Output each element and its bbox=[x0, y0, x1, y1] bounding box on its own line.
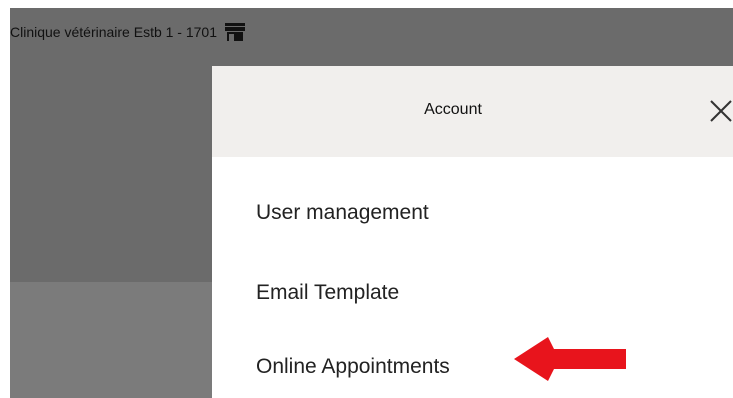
backdrop-lower-area bbox=[0, 282, 212, 398]
close-icon[interactable] bbox=[709, 99, 733, 123]
account-panel: Account User management Email Template O… bbox=[212, 66, 733, 398]
menu-item-online-appointments[interactable]: Online Appointments bbox=[256, 355, 450, 379]
menu-item-email-template[interactable]: Email Template bbox=[256, 281, 399, 305]
account-panel-header: Account bbox=[212, 66, 733, 157]
store-icon bbox=[225, 23, 246, 41]
panel-title: Account bbox=[424, 101, 482, 118]
left-white-strip bbox=[0, 0, 10, 398]
clinic-header: Clinique vétérinaire Estb 1 - 1701 bbox=[10, 20, 246, 44]
red-arrow-icon bbox=[514, 333, 626, 385]
top-white-strip bbox=[10, 0, 733, 8]
menu-item-user-management[interactable]: User management bbox=[256, 201, 429, 225]
clinic-name: Clinique vétérinaire Estb 1 - 1701 bbox=[10, 24, 218, 40]
